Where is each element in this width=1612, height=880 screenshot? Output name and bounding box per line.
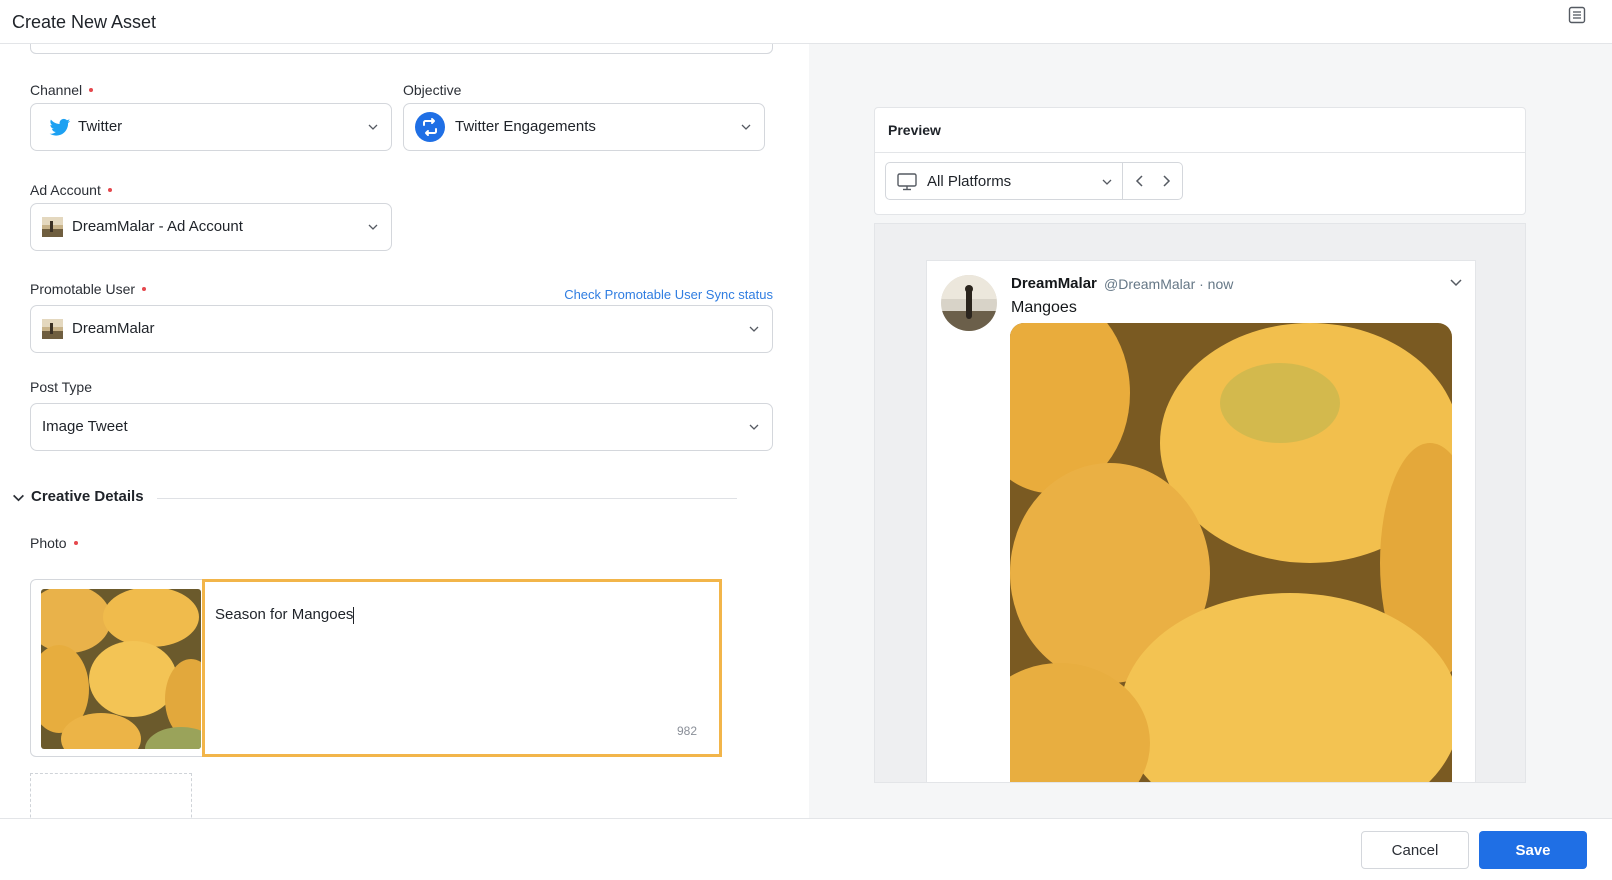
channel-value: Twitter bbox=[78, 118, 123, 135]
platform-select[interactable]: All Platforms bbox=[885, 162, 1183, 200]
post-type-select[interactable]: Image Tweet bbox=[30, 403, 773, 451]
list-icon[interactable] bbox=[1568, 6, 1586, 24]
caption-text: Season for Mangoes bbox=[215, 606, 355, 624]
chevron-down-icon bbox=[749, 424, 759, 430]
objective-select[interactable]: Twitter Engagements bbox=[403, 103, 765, 151]
chevron-right-icon[interactable] bbox=[1158, 173, 1174, 189]
required-indicator bbox=[142, 287, 147, 292]
chevron-down-icon bbox=[368, 124, 378, 130]
monitor-icon bbox=[897, 173, 917, 191]
ad-account-value: DreamMalar - Ad Account bbox=[72, 218, 243, 235]
twitter-icon bbox=[49, 118, 71, 136]
ad-account-label: Ad Account bbox=[30, 182, 112, 198]
avatar bbox=[941, 275, 997, 331]
chevron-down-icon bbox=[749, 326, 759, 332]
chevron-down-icon bbox=[741, 124, 751, 130]
promotable-user-label: Promotable User bbox=[30, 281, 147, 297]
check-sync-status-link[interactable]: Check Promotable User Sync status bbox=[564, 287, 773, 302]
page-title: Create New Asset bbox=[12, 12, 157, 32]
previous-field[interactable] bbox=[30, 44, 773, 54]
objective-value: Twitter Engagements bbox=[455, 118, 596, 135]
creative-details-section[interactable]: Creative Details bbox=[12, 485, 737, 515]
user-avatar bbox=[42, 319, 63, 339]
promotable-user-select[interactable]: DreamMalar bbox=[30, 305, 773, 353]
preview-panel: Preview All Platforms DreamMalar @DreamM… bbox=[809, 44, 1612, 818]
photo-label: Photo bbox=[30, 535, 78, 551]
divider bbox=[1122, 163, 1123, 199]
chevron-down-icon bbox=[13, 494, 24, 502]
objective-label: Objective bbox=[403, 82, 462, 98]
platform-value: All Platforms bbox=[927, 173, 1012, 190]
post-type-label: Post Type bbox=[30, 379, 93, 395]
ad-account-select[interactable]: DreamMalar - Ad Account bbox=[30, 203, 392, 251]
footer-bar: Cancel Save bbox=[0, 818, 1612, 880]
post-type-value: Image Tweet bbox=[42, 418, 128, 435]
channel-select[interactable]: Twitter bbox=[30, 103, 392, 151]
required-indicator bbox=[73, 541, 78, 546]
tweet-handle: @DreamMalar · now bbox=[1104, 276, 1234, 292]
creative-details-title: Creative Details bbox=[31, 488, 144, 505]
chevron-left-icon[interactable] bbox=[1132, 173, 1148, 189]
channel-label: Channel bbox=[30, 82, 94, 98]
asset-form: Channel Twitter Objective Twitter Engage… bbox=[0, 44, 809, 818]
chevron-down-icon bbox=[368, 224, 378, 230]
tweet-text: Mangoes bbox=[1011, 299, 1077, 316]
account-avatar bbox=[42, 217, 63, 237]
preview-title: Preview bbox=[888, 122, 941, 138]
preview-card: Preview All Platforms bbox=[874, 107, 1526, 215]
chevron-down-icon[interactable] bbox=[1449, 275, 1463, 289]
tweet-author-name: DreamMalar bbox=[1011, 275, 1097, 292]
required-indicator bbox=[107, 188, 112, 193]
promotable-user-value: DreamMalar bbox=[72, 320, 155, 337]
retweet-icon bbox=[415, 112, 445, 142]
app-header: Create New Asset bbox=[0, 0, 1612, 44]
tweet-image bbox=[1010, 323, 1452, 782]
photo-thumbnail[interactable] bbox=[41, 589, 201, 749]
preview-canvas: DreamMalar @DreamMalar · now Mangoes bbox=[874, 223, 1526, 783]
chevron-down-icon bbox=[1102, 179, 1112, 185]
caption-textarea[interactable]: Season for Mangoes 982 bbox=[202, 579, 722, 757]
add-photo-dropzone[interactable] bbox=[30, 773, 192, 818]
cancel-button[interactable]: Cancel bbox=[1361, 831, 1469, 869]
mango-image bbox=[41, 589, 201, 749]
tweet-preview: DreamMalar @DreamMalar · now Mangoes bbox=[926, 260, 1476, 782]
required-indicator bbox=[89, 88, 94, 93]
character-count: 982 bbox=[676, 724, 697, 738]
save-button[interactable]: Save bbox=[1479, 831, 1587, 869]
section-divider bbox=[157, 498, 737, 499]
